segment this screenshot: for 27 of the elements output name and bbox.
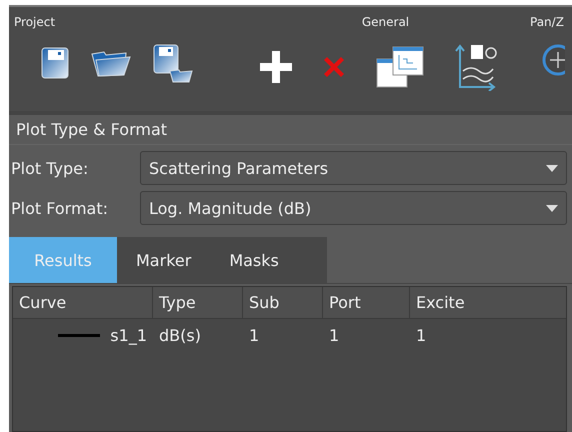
- section-title: Plot Type & Format: [16, 120, 168, 139]
- caret-icon: [546, 164, 558, 172]
- column-header[interactable]: Excite: [410, 287, 566, 318]
- toolbar-group-label: Project: [14, 15, 56, 29]
- toolbar-group-label: Pan/Z: [530, 15, 564, 29]
- chart-refresh-icon[interactable]: [453, 43, 499, 91]
- toolbar-group-label: General: [362, 15, 410, 29]
- table-cell: s1_1: [110, 326, 147, 344]
- column-header[interactable]: Type: [153, 287, 243, 318]
- field-label: Plot Type:: [11, 158, 90, 178]
- table-cell-text: 1: [248, 324, 260, 346]
- plus-icon[interactable]: [259, 50, 293, 84]
- disk-folder-icon[interactable]: [152, 43, 194, 83]
- table-cell-text: 1: [328, 324, 340, 346]
- tab[interactable]: Masks: [210, 237, 298, 283]
- dropdown[interactable]: Scattering Parameters: [140, 151, 567, 185]
- tab[interactable]: Marker: [117, 237, 210, 283]
- pan-zoom-icon[interactable]: [541, 43, 565, 77]
- windows-icon[interactable]: [375, 45, 425, 89]
- column-header[interactable]: Port: [323, 287, 410, 318]
- caret-icon: [546, 204, 558, 212]
- column-header[interactable]: Curve: [13, 287, 153, 318]
- table-cell-text: dB(s): [158, 324, 202, 346]
- table-cell-text: 1: [415, 324, 428, 346]
- column-header[interactable]: Sub: [243, 287, 323, 318]
- dropdown[interactable]: Log. Magnitude (dB): [140, 191, 567, 225]
- field-label: Plot Format:: [11, 198, 110, 218]
